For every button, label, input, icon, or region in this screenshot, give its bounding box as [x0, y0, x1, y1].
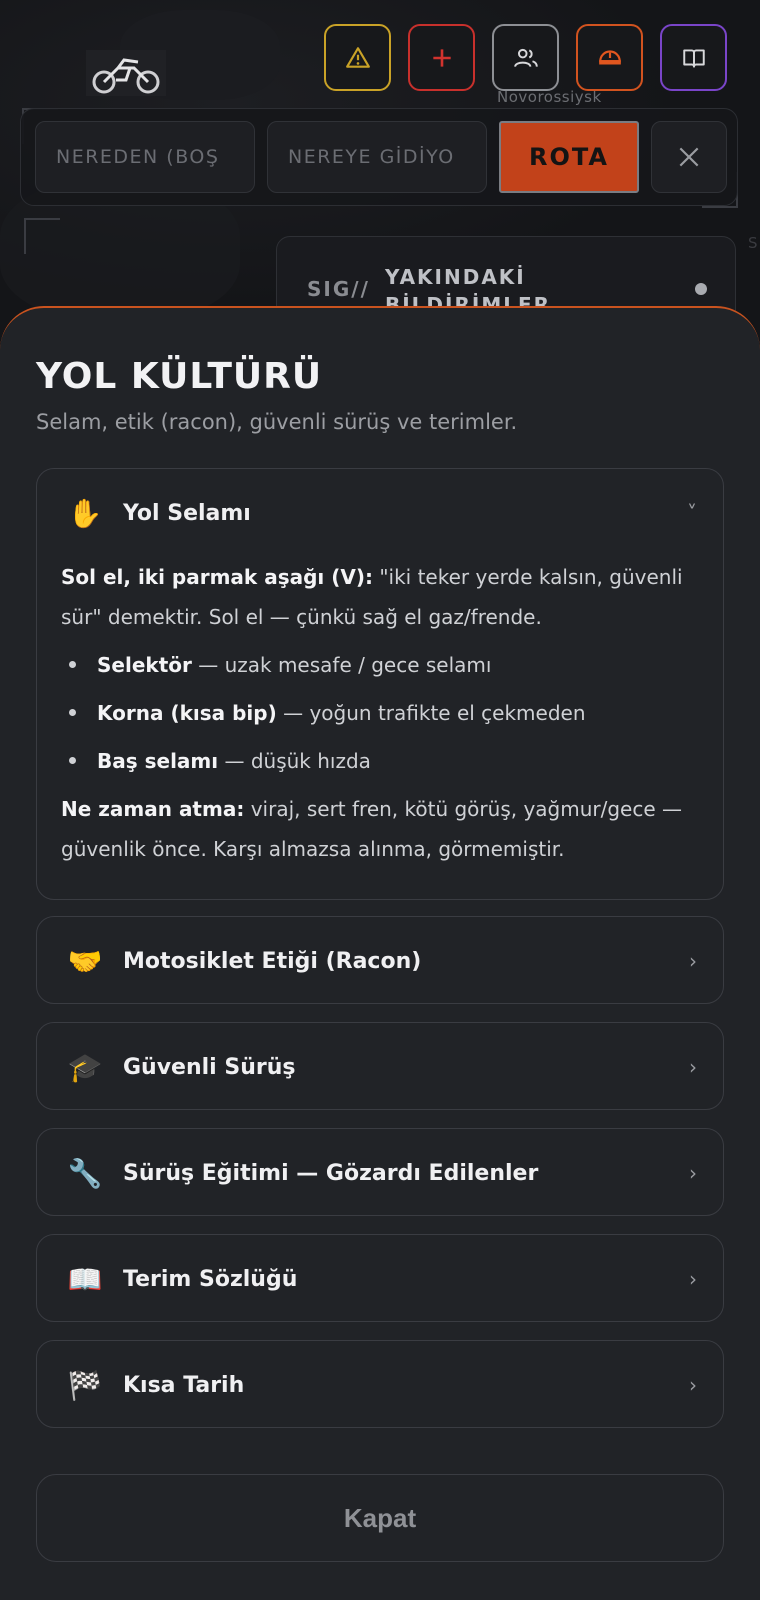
accordion-header[interactable]: ✋ Yol Selamı ˅ [37, 469, 723, 557]
group-button[interactable] [492, 24, 559, 91]
accordion-header[interactable]: 🏁 Kısa Tarih › [37, 1341, 723, 1429]
raised-hand-icon: ✋ [67, 496, 103, 530]
chevron-right-icon: › [689, 1161, 697, 1185]
frame-corner [24, 218, 60, 254]
open-book-icon: 📖 [67, 1262, 103, 1296]
from-input[interactable] [35, 121, 255, 193]
add-button[interactable] [408, 24, 475, 91]
accordion-label: Yol Selamı [123, 500, 251, 526]
list-item: Selektör — uzak mesafe / gece selamı [61, 641, 701, 689]
route-bar: ROTA [20, 108, 738, 206]
close-icon [679, 147, 699, 167]
helmet-icon [598, 49, 621, 64]
accordion-header[interactable]: 🎓 Güvenli Sürüş › [37, 1023, 723, 1111]
accordion-label: Motosiklet Etiği (Racon) [123, 948, 422, 974]
list-item: Korna (kısa bip) — yoğun trafikte el çek… [61, 689, 701, 737]
salute-list: Selektör — uzak mesafe / gece selamı Kor… [61, 641, 701, 785]
accordion-header[interactable]: 🤝 Motosiklet Etiği (Racon) › [37, 917, 723, 1005]
map-edge-label: S [748, 234, 758, 252]
sheet-subtitle: Selam, etik (racon), güvenli sürüş ve te… [36, 410, 518, 434]
warning-icon [345, 46, 370, 68]
book-button[interactable] [660, 24, 727, 91]
accordion-racon[interactable]: 🤝 Motosiklet Etiği (Racon) › [36, 916, 724, 1004]
accordion-label: Sürüş Eğitimi — Gözardı Edilenler [123, 1160, 539, 1186]
accordion-label: Güvenli Sürüş [123, 1054, 296, 1080]
status-dot [695, 283, 707, 295]
accordion-guvenli-surus[interactable]: 🎓 Güvenli Sürüş › [36, 1022, 724, 1110]
clear-route-button[interactable] [651, 121, 727, 193]
accordion-label: Terim Sözlüğü [123, 1266, 298, 1292]
accordion-header[interactable]: 🔧 Sürüş Eğitimi — Gözardı Edilenler › [37, 1129, 723, 1217]
motorcycle-logo [86, 50, 166, 96]
signal-prefix: SIG// [307, 277, 370, 301]
salute-intro: Sol el, iki parmak aşağı (V): "iki teker… [61, 565, 683, 629]
accordion-content: Sol el, iki parmak aşağı (V): "iki teker… [61, 557, 701, 869]
book-icon [682, 48, 705, 68]
to-input[interactable] [267, 121, 487, 193]
wrench-icon: 🔧 [67, 1156, 103, 1190]
accordion-yol-selami: ✋ Yol Selamı ˅ Sol el, iki parmak aşağı … [36, 468, 724, 900]
top-toolbar [324, 24, 727, 91]
chevron-down-icon: ˅ [687, 501, 697, 525]
route-button[interactable]: ROTA [499, 121, 639, 193]
close-sheet-button[interactable]: Kapat [36, 1474, 724, 1562]
checkered-flag-icon: 🏁 [67, 1368, 103, 1402]
accordion-header[interactable]: 📖 Terim Sözlüğü › [37, 1235, 723, 1323]
plus-icon [432, 48, 451, 67]
sheet-title: YOL KÜLTÜRÜ [36, 356, 323, 397]
accordion-label: Kısa Tarih [123, 1372, 245, 1398]
warning-button[interactable] [324, 24, 391, 91]
chevron-right-icon: › [689, 1055, 697, 1079]
helmet-button[interactable] [576, 24, 643, 91]
users-icon [513, 48, 538, 67]
road-culture-sheet: YOL KÜLTÜRÜ Selam, etik (racon), güvenli… [0, 306, 760, 1600]
salute-outro: Ne zaman atma: viraj, sert fren, kötü gö… [61, 797, 683, 861]
chevron-right-icon: › [689, 1267, 697, 1291]
accordion-kisa-tarih[interactable]: 🏁 Kısa Tarih › [36, 1340, 724, 1428]
chevron-right-icon: › [689, 949, 697, 973]
handshake-icon: 🤝 [67, 944, 103, 978]
chevron-right-icon: › [689, 1373, 697, 1397]
accordion-surus-egitimi[interactable]: 🔧 Sürüş Eğitimi — Gözardı Edilenler › [36, 1128, 724, 1216]
list-item: Baş selamı — düşük hızda [61, 737, 701, 785]
accordion-terim-sozlugu[interactable]: 📖 Terim Sözlüğü › [36, 1234, 724, 1322]
graduation-cap-icon: 🎓 [67, 1050, 103, 1084]
